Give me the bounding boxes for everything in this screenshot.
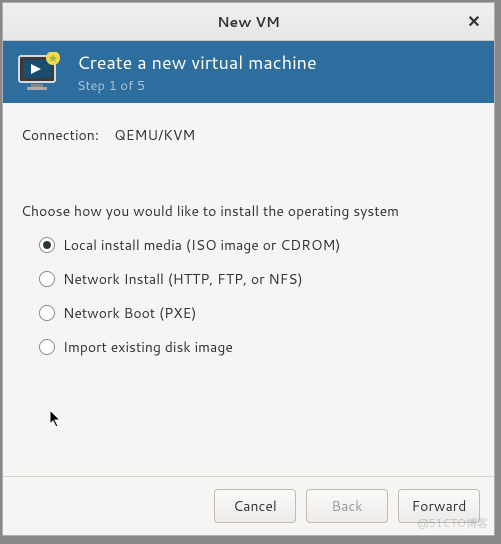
radio-label: Local install media (ISO image or CDROM) bbox=[63, 235, 340, 255]
mouse-cursor-icon bbox=[49, 409, 63, 435]
radio-icon bbox=[39, 237, 55, 253]
wizard-banner: Create a new virtual machine Step 1 of 5 bbox=[3, 41, 494, 103]
install-method-group: Local install media (ISO image or CDROM)… bbox=[21, 235, 476, 371]
watermark-text: @51CTO博客 bbox=[417, 515, 488, 531]
button-label: Cancel bbox=[233, 496, 277, 516]
back-button[interactable]: Back bbox=[306, 489, 388, 523]
radio-import-disk[interactable]: Import existing disk image bbox=[39, 337, 476, 357]
banner-text: Create a new virtual machine Step 1 of 5 bbox=[77, 49, 317, 95]
radio-label: Import existing disk image bbox=[63, 337, 233, 357]
connection-row: Connection: QEMU/KVM bbox=[21, 125, 476, 145]
close-icon: ✕ bbox=[467, 10, 480, 33]
window-title: New VM bbox=[217, 12, 280, 32]
close-button[interactable]: ✕ bbox=[464, 11, 484, 31]
radio-label: Network Boot (PXE) bbox=[63, 303, 196, 323]
install-prompt: Choose how you would like to install the… bbox=[21, 201, 476, 221]
radio-local-media[interactable]: Local install media (ISO image or CDROM) bbox=[39, 235, 476, 255]
connection-value: QEMU/KVM bbox=[114, 125, 195, 145]
button-label: Back bbox=[331, 496, 362, 516]
radio-network-boot[interactable]: Network Boot (PXE) bbox=[39, 303, 476, 323]
radio-label: Network Install (HTTP, FTP, or NFS) bbox=[63, 269, 303, 289]
radio-network-install[interactable]: Network Install (HTTP, FTP, or NFS) bbox=[39, 269, 476, 289]
radio-icon bbox=[39, 271, 55, 287]
connection-label: Connection: bbox=[21, 125, 99, 145]
dialog-window: New VM ✕ Create a new virtual machine St… bbox=[2, 2, 495, 536]
dialog-body: Connection: QEMU/KVM Choose how you woul… bbox=[3, 103, 494, 476]
titlebar: New VM ✕ bbox=[3, 3, 494, 41]
monitor-create-icon bbox=[17, 52, 63, 92]
radio-icon bbox=[39, 339, 55, 355]
banner-title: Create a new virtual machine bbox=[77, 49, 317, 75]
banner-step: Step 1 of 5 bbox=[77, 77, 317, 95]
cancel-button[interactable]: Cancel bbox=[214, 489, 296, 523]
button-label: Forward bbox=[412, 496, 467, 516]
radio-icon bbox=[39, 305, 55, 321]
